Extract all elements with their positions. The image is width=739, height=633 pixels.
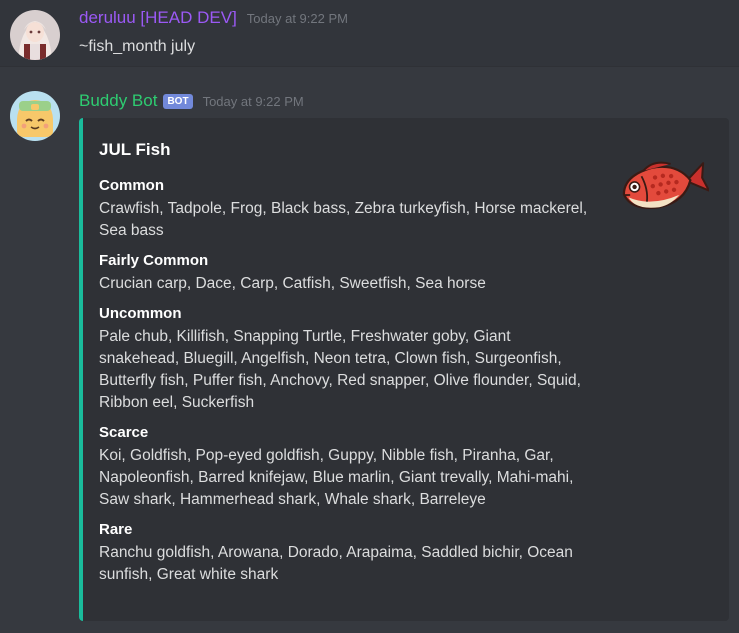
username[interactable]: Buddy Bot [79,91,157,111]
field-name: Scarce [99,424,149,441]
field-value: Crawfish, Tadpole, Frog, Black bass, Zeb… [99,200,588,239]
field-name: Fairly Common [99,252,209,269]
divider [0,66,739,67]
field-value: Koi, Goldfish, Pop-eyed goldfish, Guppy,… [99,447,574,508]
embed-field-fairly-common: Fairly Common Crucian carp, Dace, Carp, … [99,251,589,295]
timestamp: Today at 9:22 PM [246,11,348,26]
field-name: Rare [99,521,133,538]
anime-girl-avatar-icon [10,10,60,60]
embed-field-uncommon: Uncommon Pale chub, Killifish, Snapping … [99,304,589,414]
red-snapper-fish-icon[interactable] [617,154,709,218]
field-value: Pale chub, Killifish, Snapping Turtle, F… [99,328,581,411]
bot-face-avatar-icon [10,91,60,141]
embed-field-rare: Rare Ranchu goldfish, Arowana, Dorado, A… [99,520,589,586]
chat-messages: deruluu [HEAD DEV] Today at 9:22 PM ~fis… [0,0,739,633]
message-text: ~fish_month july [79,38,196,55]
timestamp: Today at 9:22 PM [202,94,304,109]
field-name: Uncommon [99,305,182,322]
field-name: Common [99,177,164,194]
username[interactable]: deruluu [HEAD DEV] [79,8,237,28]
embed-field-common: Common Crawfish, Tadpole, Frog, Black ba… [99,176,589,242]
message-header: deruluu [HEAD DEV] Today at 9:22 PM [79,8,348,28]
bot-tag: BOT [163,94,193,109]
embed-field-scarce: Scarce Koi, Goldfish, Pop-eyed goldfish,… [99,423,589,511]
field-value: Ranchu goldfish, Arowana, Dorado, Arapai… [99,544,573,583]
user-avatar[interactable] [10,10,60,60]
message-header: Buddy Bot BOT Today at 9:22 PM [79,91,304,111]
embed-fields: Common Crawfish, Tadpole, Frog, Black ba… [99,176,589,595]
embed: JUL Fish Common Crawfish, Tadpole, Frog,… [79,118,729,621]
field-value: Crucian carp, Dace, Carp, Catfish, Sweet… [99,275,486,292]
bot-avatar[interactable] [10,91,60,141]
message-bot: Buddy Bot BOT Today at 9:22 PM JUL Fish [0,80,739,633]
message-user: deruluu [HEAD DEV] Today at 9:22 PM ~fis… [0,0,739,66]
embed-title: JUL Fish [99,140,171,159]
